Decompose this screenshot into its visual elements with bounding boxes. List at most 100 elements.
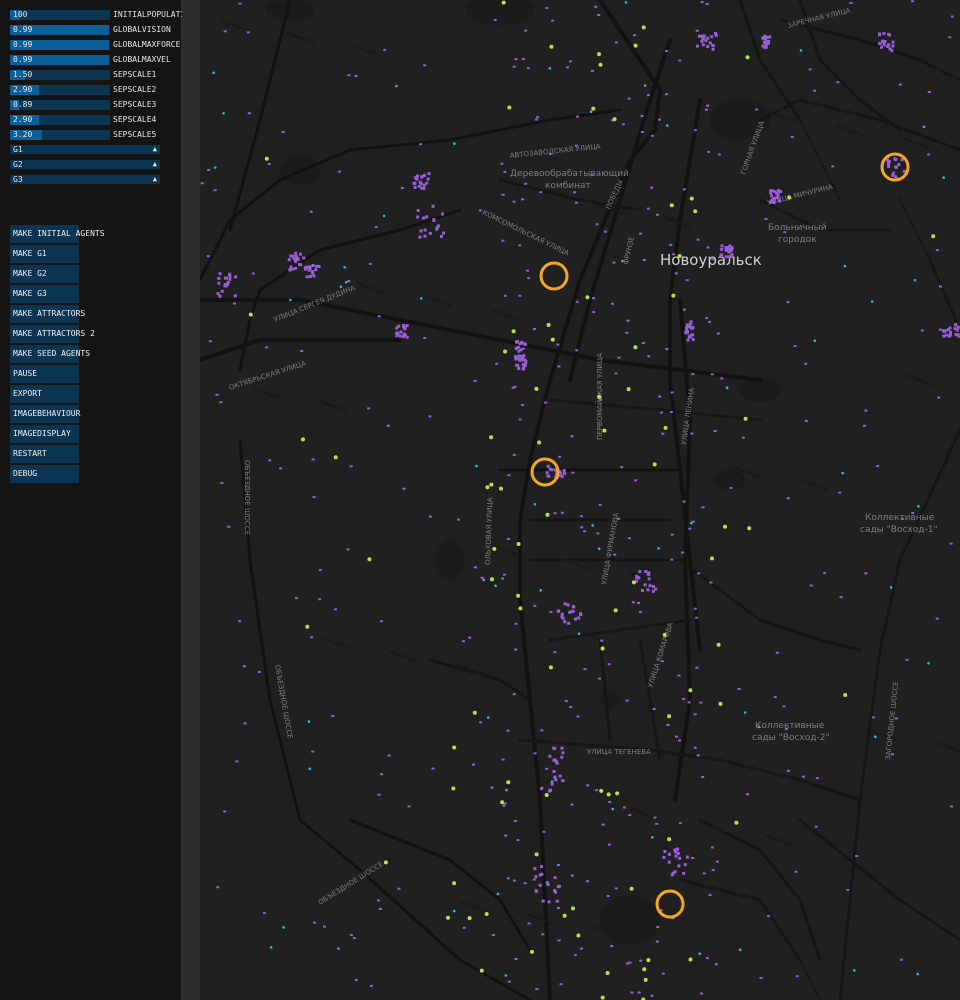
agent-particle — [622, 806, 626, 809]
agent-particle — [548, 153, 552, 155]
agent-particle — [795, 975, 799, 978]
map-label-obezdnoe1: ОБЪЕЗДНОЕ ШОССЕ — [243, 460, 251, 535]
attractor-dot — [467, 916, 472, 921]
make-initial-agents-button[interactable]: MAKE INITIAL AGENTS — [10, 225, 105, 243]
agent-particle — [698, 34, 701, 38]
agent-particle — [532, 878, 536, 881]
attractor-dot — [688, 688, 693, 693]
agent-particle — [378, 908, 382, 910]
agent-particle — [662, 855, 666, 859]
agent-particle — [607, 663, 611, 666]
slider-globalvision[interactable]: 0.99 — [10, 25, 110, 35]
slider-sepscale4[interactable]: 2.90 — [10, 115, 110, 125]
agent-particle — [678, 856, 682, 860]
restart-button[interactable]: RESTART — [10, 445, 79, 463]
park-area — [600, 692, 620, 708]
agent-particle — [676, 852, 680, 855]
agent-particle — [690, 432, 694, 435]
agent-particle — [660, 660, 664, 663]
slider-globalmaxforce[interactable]: 0.99 — [10, 40, 110, 50]
agent-particle — [646, 94, 650, 97]
seed-dot — [624, 1, 628, 4]
agent-particle — [558, 774, 562, 778]
seed-dot — [269, 946, 273, 949]
agent-particle — [648, 584, 652, 588]
seed-dot — [475, 464, 478, 468]
slider-sepscale2[interactable]: 2.90 — [10, 85, 110, 95]
seed-dot — [665, 124, 669, 127]
dropdown-g3[interactable]: G3 ▲ — [10, 175, 160, 184]
dropdown-g2[interactable]: G2 ▲ — [10, 160, 160, 169]
agent-particle — [646, 207, 650, 210]
attractor-dot — [597, 52, 601, 57]
agent-particle — [347, 74, 351, 77]
make-g3-button[interactable]: MAKE G3 — [10, 285, 79, 303]
agent-particle — [693, 713, 697, 716]
slider-label: SEPSCALE4 — [113, 115, 157, 124]
make-seed-agents-button[interactable]: MAKE SEED AGENTS — [10, 345, 90, 363]
agent-particle — [267, 163, 271, 165]
agent-particle — [242, 665, 246, 668]
seed-dot — [496, 892, 500, 896]
seed-dot — [843, 264, 847, 268]
map-label-zagorodnoe: ЗАГОРОДНОЕ ШОССЕ — [884, 681, 900, 760]
agent-particle — [310, 636, 314, 639]
seed-dot — [222, 112, 225, 115]
agent-particle — [700, 1, 704, 3]
button-label: MAKE SEED AGENTS — [13, 349, 91, 358]
agent-particle — [311, 750, 315, 753]
map-canvas[interactable]: АВТОЗАВОДСКАЯ УЛИЦА Деревообрабатывающий к… — [200, 0, 960, 1000]
agent-particle — [670, 533, 674, 536]
pause-button[interactable]: PAUSE — [10, 365, 79, 383]
agent-particle — [501, 239, 505, 242]
seed-dot — [589, 110, 593, 113]
make-attractors-2-button[interactable]: MAKE ATTRACTORS 2 — [10, 325, 95, 343]
imagedisplay-button[interactable]: IMAGEDISPLAY — [10, 425, 79, 443]
imagebehaviour-button[interactable]: IMAGEBEHAVIOUR — [10, 405, 80, 423]
export-button[interactable]: EXPORT — [10, 385, 79, 403]
agent-particle — [705, 957, 709, 960]
map-label-sady2_a: Коллективные — [755, 721, 825, 731]
seed-dot — [813, 339, 817, 343]
road — [200, 338, 402, 362]
agent-particle — [610, 945, 614, 948]
agent-particle — [665, 348, 669, 351]
agent-particle — [641, 589, 644, 592]
seed-dot — [420, 297, 423, 300]
make-g2-button[interactable]: MAKE G2 — [10, 265, 79, 283]
agent-particle — [684, 331, 688, 335]
agent-particle — [575, 300, 579, 303]
agent-particle — [523, 882, 527, 885]
map-label-olkhovaya: ОЛЬХОВАЯ УЛИЦА — [484, 497, 494, 565]
agent-particle — [878, 32, 882, 36]
slider-sepscale1[interactable]: 1.50 — [10, 70, 110, 80]
agent-particle — [423, 173, 426, 177]
agent-particle — [518, 294, 522, 297]
seed-dot — [591, 524, 594, 527]
slider-sepscale3[interactable]: 0.89 — [10, 100, 110, 110]
slider-sepscale5[interactable]: 3.20 — [10, 130, 110, 140]
agent-particle — [682, 188, 686, 191]
make-g1-button[interactable]: MAKE G1 — [10, 245, 79, 263]
make-attractors-button[interactable]: MAKE ATTRACTORS — [10, 305, 85, 323]
agent-particle — [220, 481, 224, 484]
agent-particle — [705, 3, 709, 5]
agent-particle — [514, 622, 518, 625]
slider-globalmaxvel[interactable]: 0.99 — [10, 55, 110, 65]
debug-button[interactable]: DEBUG — [10, 465, 79, 483]
agent-particle — [442, 231, 445, 235]
dropdown-g1[interactable]: G1 ▲ — [10, 145, 160, 154]
attractor-dot — [669, 203, 674, 208]
agent-particle — [669, 243, 673, 246]
agent-particle — [769, 189, 773, 193]
agent-particle — [218, 294, 222, 298]
agent-particle — [560, 612, 564, 616]
agent-particle — [767, 915, 771, 918]
agent-particle — [570, 803, 574, 806]
agent-particle — [954, 323, 958, 327]
slider-initialpopulation[interactable]: 100 — [10, 10, 110, 20]
agent-particle — [553, 651, 557, 654]
agent-particle — [920, 329, 924, 332]
attractor-dot — [787, 195, 792, 200]
road — [898, 198, 960, 332]
